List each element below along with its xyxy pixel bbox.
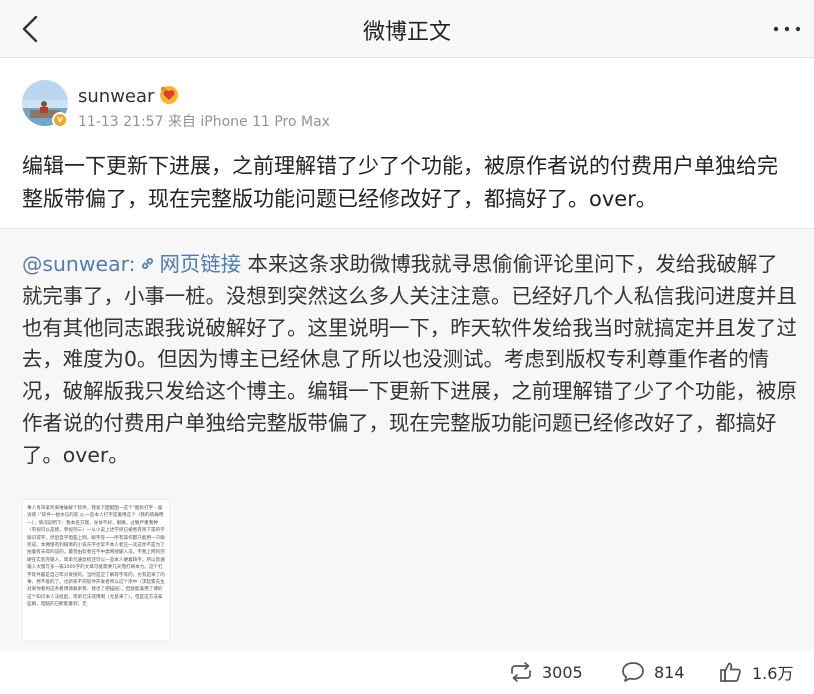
page-title: 微博正文 xyxy=(362,20,451,45)
nav-bar: 微博正文 xyxy=(0,0,814,58)
action-bar: 3005 814 1.6万 xyxy=(0,651,814,694)
vip-heart-icon[interactable] xyxy=(158,84,180,106)
repost-text: @sunwear: 网页链接 本来这条求助微博我就寻思偷偷评论里问下，发给我破解了… xyxy=(22,249,797,472)
repost-icon xyxy=(511,662,531,682)
link-chain-icon xyxy=(142,258,154,269)
web-link[interactable]: 网页链接 xyxy=(135,252,241,276)
web-link-label: 网页链接 xyxy=(159,252,242,276)
more-button[interactable] xyxy=(770,12,804,46)
verified-badge: v xyxy=(52,112,68,128)
post-text: 编辑一下更新下进展，之前理解错了少了个功能，被原作者说的付费用户单独给完整版带偏… xyxy=(22,154,778,211)
repost-button[interactable]: 3005 xyxy=(508,657,583,687)
repost-body: 本来这条求助微博我就寻思偷偷评论里问下，发给我破解了就完事了，小事一桩。没想到突… xyxy=(22,252,797,467)
comment-count: 814 xyxy=(654,662,685,682)
repost-count: 3005 xyxy=(542,662,583,682)
like-button[interactable]: 1.6万 xyxy=(718,657,793,687)
attached-image-text: 事人肖哥拿奖来堆破解个软件，我发下面配图一这个"图标打字 - 画语病 !"软件一… xyxy=(27,506,165,608)
mention-link[interactable]: @sunwear: xyxy=(22,252,135,276)
repost-card[interactable]: @sunwear: 网页链接 本来这条求助微博我就寻思偷偷评论里问下，发给我破解了… xyxy=(0,229,814,651)
like-count: 1.6万 xyxy=(752,664,794,683)
thumbs-up-icon xyxy=(720,662,741,682)
attached-image[interactable]: 事人肖哥拿奖来堆破解个软件，我发下面配图一这个"图标打字 - 画语病 !"软件一… xyxy=(22,499,170,641)
post-meta: 11-13 21:57 来自 iPhone 11 Pro Max xyxy=(78,114,330,130)
author-header: v sunwear 11-13 21:57 来自 iPhone 11 Pro M… xyxy=(0,58,814,140)
comment-bubble-icon xyxy=(622,662,644,682)
more-dots-icon xyxy=(773,26,801,32)
comment-button[interactable]: 814 xyxy=(620,657,685,687)
author-name[interactable]: sunwear xyxy=(78,86,154,107)
